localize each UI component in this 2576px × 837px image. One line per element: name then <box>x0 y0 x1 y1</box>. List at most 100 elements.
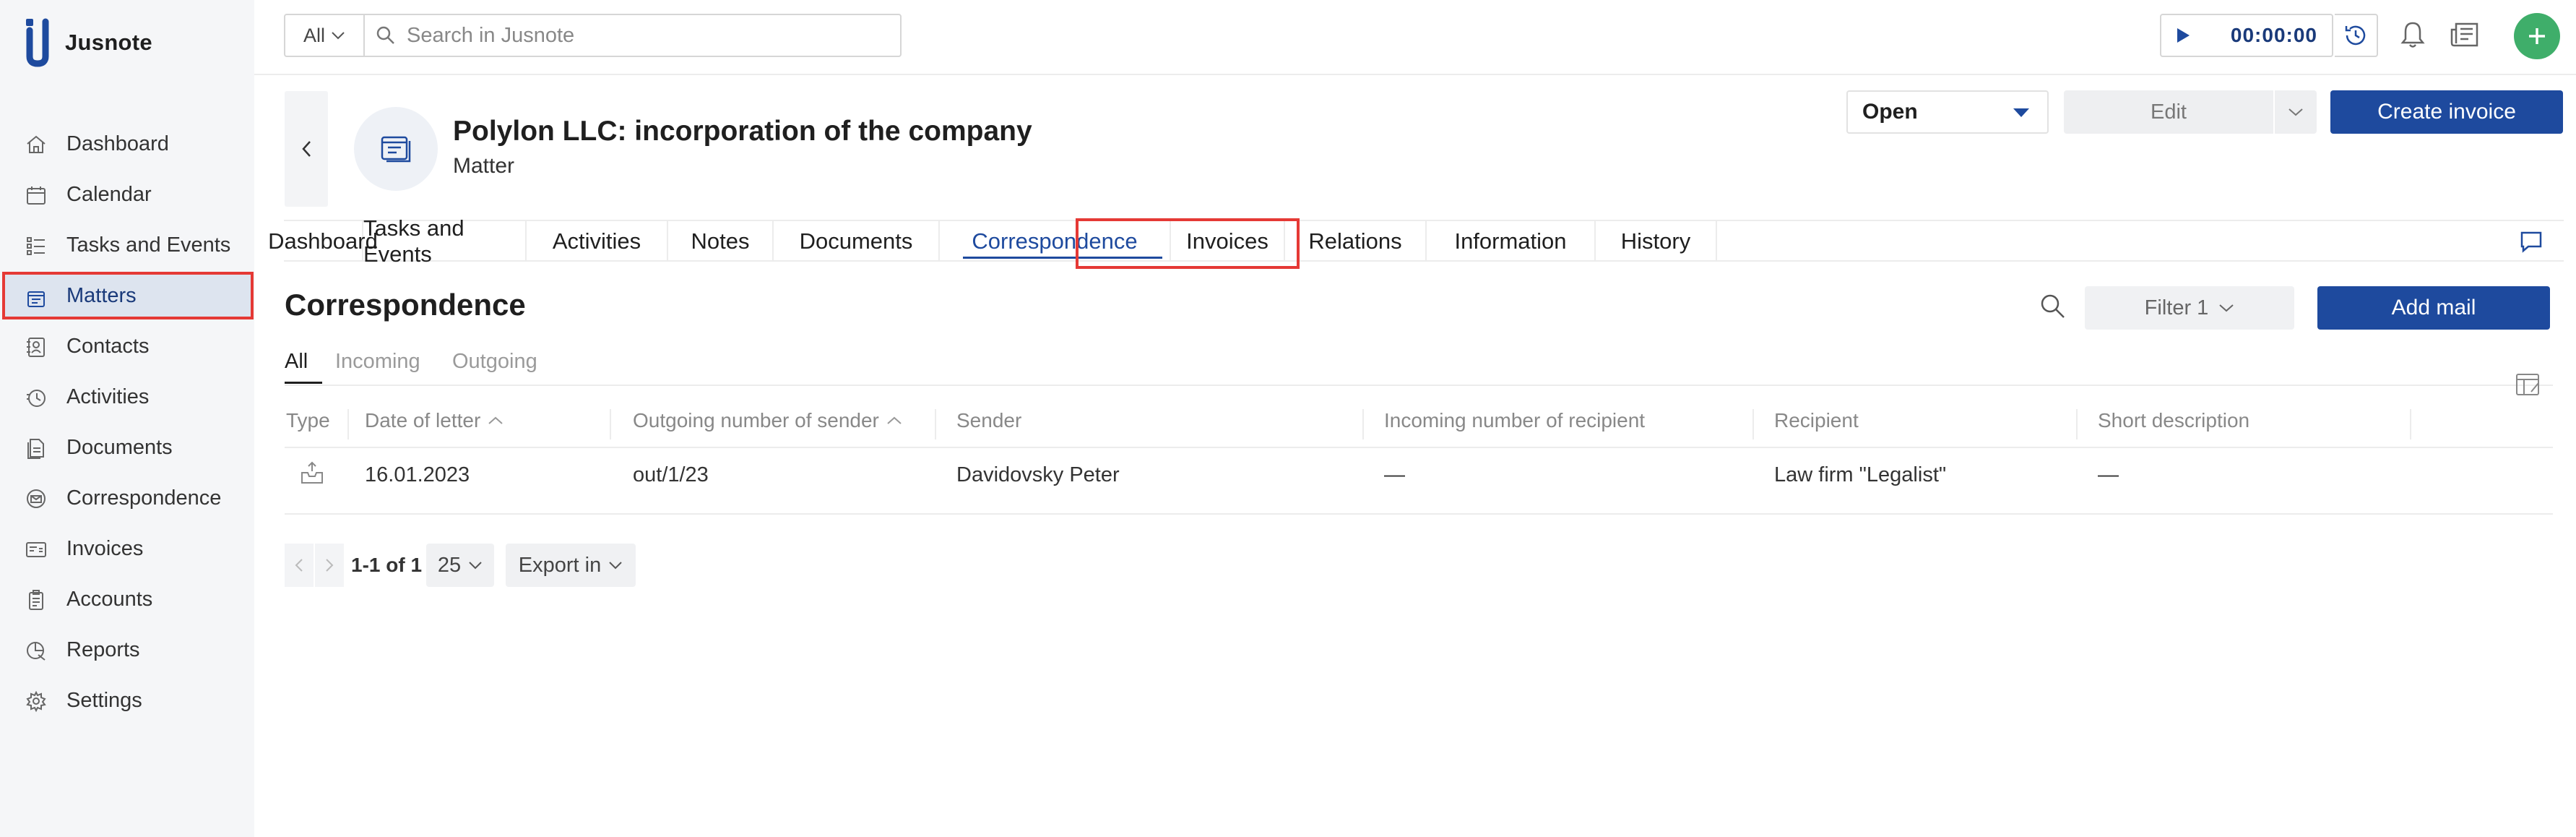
correspondence-icon <box>25 487 48 510</box>
plus-icon <box>2529 28 2545 44</box>
sidebar-item-dashboard[interactable]: Dashboard <box>3 120 253 168</box>
chevron-down-icon <box>2219 304 2234 312</box>
export-button[interactable]: Export in <box>506 544 636 587</box>
search-scope-select[interactable]: All <box>285 15 365 56</box>
sidebar-item-label: Reports <box>66 638 140 661</box>
column-header-label: Incoming number of recipient <box>1384 409 1646 432</box>
column-separator <box>1752 409 1754 439</box>
documents-icon <box>25 437 48 460</box>
invoices-icon <box>25 538 48 561</box>
timer-play-button[interactable] <box>2161 15 2205 56</box>
sidebar-item-label: Accounts <box>66 587 153 611</box>
column-header-label: Date of letter <box>365 409 481 432</box>
jusnote-logo-icon <box>26 18 49 67</box>
subtab-incoming[interactable]: Incoming <box>335 350 420 374</box>
matter-title: Polylon LLC: incorporation of the compan… <box>453 116 1032 147</box>
sidebar-item-invoices[interactable]: Invoices <box>3 525 253 572</box>
subtab-all[interactable]: All <box>285 350 308 374</box>
tab-label: Dashboard <box>268 228 378 254</box>
tab-information[interactable]: Information <box>1427 221 1596 262</box>
chevron-left-icon <box>295 559 303 572</box>
column-header-recipient[interactable]: Recipient <box>1774 409 1859 432</box>
subtab-outgoing[interactable]: Outgoing <box>452 350 537 374</box>
chevron-left-icon <box>302 141 311 157</box>
add-new-button[interactable] <box>2514 13 2560 59</box>
newspaper-icon <box>2450 22 2478 47</box>
export-label: Export in <box>518 553 602 577</box>
tab-label: Activities <box>552 228 641 254</box>
app-logo[interactable]: Jusnote <box>22 16 152 69</box>
sidebar-item-accounts[interactable]: Accounts <box>3 575 253 623</box>
cell-short-description: — <box>2098 463 2119 486</box>
sidebar-item-reports[interactable]: Reports <box>3 626 253 674</box>
search-scope-value: All <box>303 24 325 46</box>
column-header-outgoing-number[interactable]: Outgoing number of sender <box>633 409 902 432</box>
table-settings-icon[interactable] <box>2514 370 2543 399</box>
active-subtab-indicator <box>285 382 322 384</box>
accounts-icon <box>25 588 48 611</box>
chevron-down-icon <box>332 32 345 40</box>
tab-label: Relations <box>1308 228 1402 254</box>
filter-label: Filter 1 <box>2144 296 2209 319</box>
sidebar-item-label: Contacts <box>66 334 150 358</box>
row-divider <box>285 513 2553 515</box>
sidebar-item-calendar[interactable]: Calendar <box>3 171 253 218</box>
sort-ascending-icon <box>887 416 902 424</box>
pagination-range: 1-1 of 1 <box>351 554 423 576</box>
back-button[interactable] <box>285 91 328 207</box>
page-size-select[interactable]: 25 <box>426 544 494 587</box>
tab-tasks-and-events[interactable]: Tasks and Events <box>363 215 527 267</box>
sidebar-item-documents[interactable]: Documents <box>3 424 253 471</box>
sidebar-item-correspondence[interactable]: Correspondence <box>3 474 253 522</box>
home-icon <box>25 133 48 156</box>
tab-notes[interactable]: Notes <box>668 221 774 262</box>
matter-status-select[interactable]: Open <box>1846 90 2049 134</box>
tab-activities[interactable]: Activities <box>527 221 668 262</box>
tab-documents[interactable]: Documents <box>774 221 940 262</box>
tasks-icon <box>25 234 48 257</box>
add-mail-button[interactable]: Add mail <box>2317 286 2550 330</box>
column-header-incoming-number[interactable]: Incoming number of recipient <box>1384 409 1645 432</box>
edit-more-button[interactable] <box>2275 90 2317 134</box>
tab-correspondence[interactable]: Correspondence <box>940 221 1171 262</box>
sidebar-item-contacts[interactable]: Contacts <box>3 322 253 370</box>
sidebar: Jusnote Dashboard Calendar Tasks and Eve… <box>0 0 254 837</box>
timer-history-button[interactable] <box>2335 14 2378 57</box>
column-header-short-description[interactable]: Short description <box>2098 409 2249 432</box>
cell-outgoing-number: out/1/23 <box>633 463 709 486</box>
header-divider <box>285 447 2553 448</box>
sidebar-item-label: Calendar <box>66 182 152 206</box>
sidebar-item-activities[interactable]: Activities <box>3 373 253 421</box>
next-page-button[interactable] <box>315 544 344 587</box>
sidebar-item-tasks-and-events[interactable]: Tasks and Events <box>3 221 253 269</box>
comment-icon[interactable] <box>2518 228 2544 254</box>
column-header-sender[interactable]: Sender <box>956 409 1021 432</box>
sidebar-item-label: Settings <box>66 688 142 712</box>
matter-tabs: Dashboard Tasks and Events Activities No… <box>268 215 2564 267</box>
news-button[interactable] <box>2449 19 2481 51</box>
filter-button[interactable]: Filter 1 <box>2085 286 2294 330</box>
notifications-button[interactable] <box>2397 19 2429 51</box>
tab-invoices[interactable]: Invoices <box>1171 221 1285 262</box>
previous-page-button[interactable] <box>285 544 314 587</box>
play-icon <box>2177 28 2190 43</box>
search-input[interactable] <box>397 15 900 56</box>
sidebar-item-matters[interactable]: Matters <box>2 272 254 319</box>
column-header-date[interactable]: Date of letter <box>365 409 503 432</box>
tab-label: Notes <box>691 228 750 254</box>
search-icon[interactable] <box>2037 291 2069 322</box>
edit-button[interactable]: Edit <box>2064 90 2273 134</box>
outgoing-mail-icon <box>301 461 323 484</box>
settings-icon <box>25 690 48 713</box>
tab-history[interactable]: History <box>1596 221 1717 262</box>
create-invoice-button[interactable]: Create invoice <box>2330 90 2563 134</box>
bell-icon <box>2400 22 2425 48</box>
column-separator <box>347 409 349 439</box>
tab-relations[interactable]: Relations <box>1285 221 1427 262</box>
sort-ascending-icon <box>488 416 503 424</box>
matter-status-value: Open <box>1862 100 1918 124</box>
active-tab-indicator <box>963 257 1162 259</box>
tab-dashboard[interactable]: Dashboard <box>268 221 378 262</box>
sidebar-item-settings[interactable]: Settings <box>3 677 253 724</box>
search-icon <box>376 26 394 44</box>
